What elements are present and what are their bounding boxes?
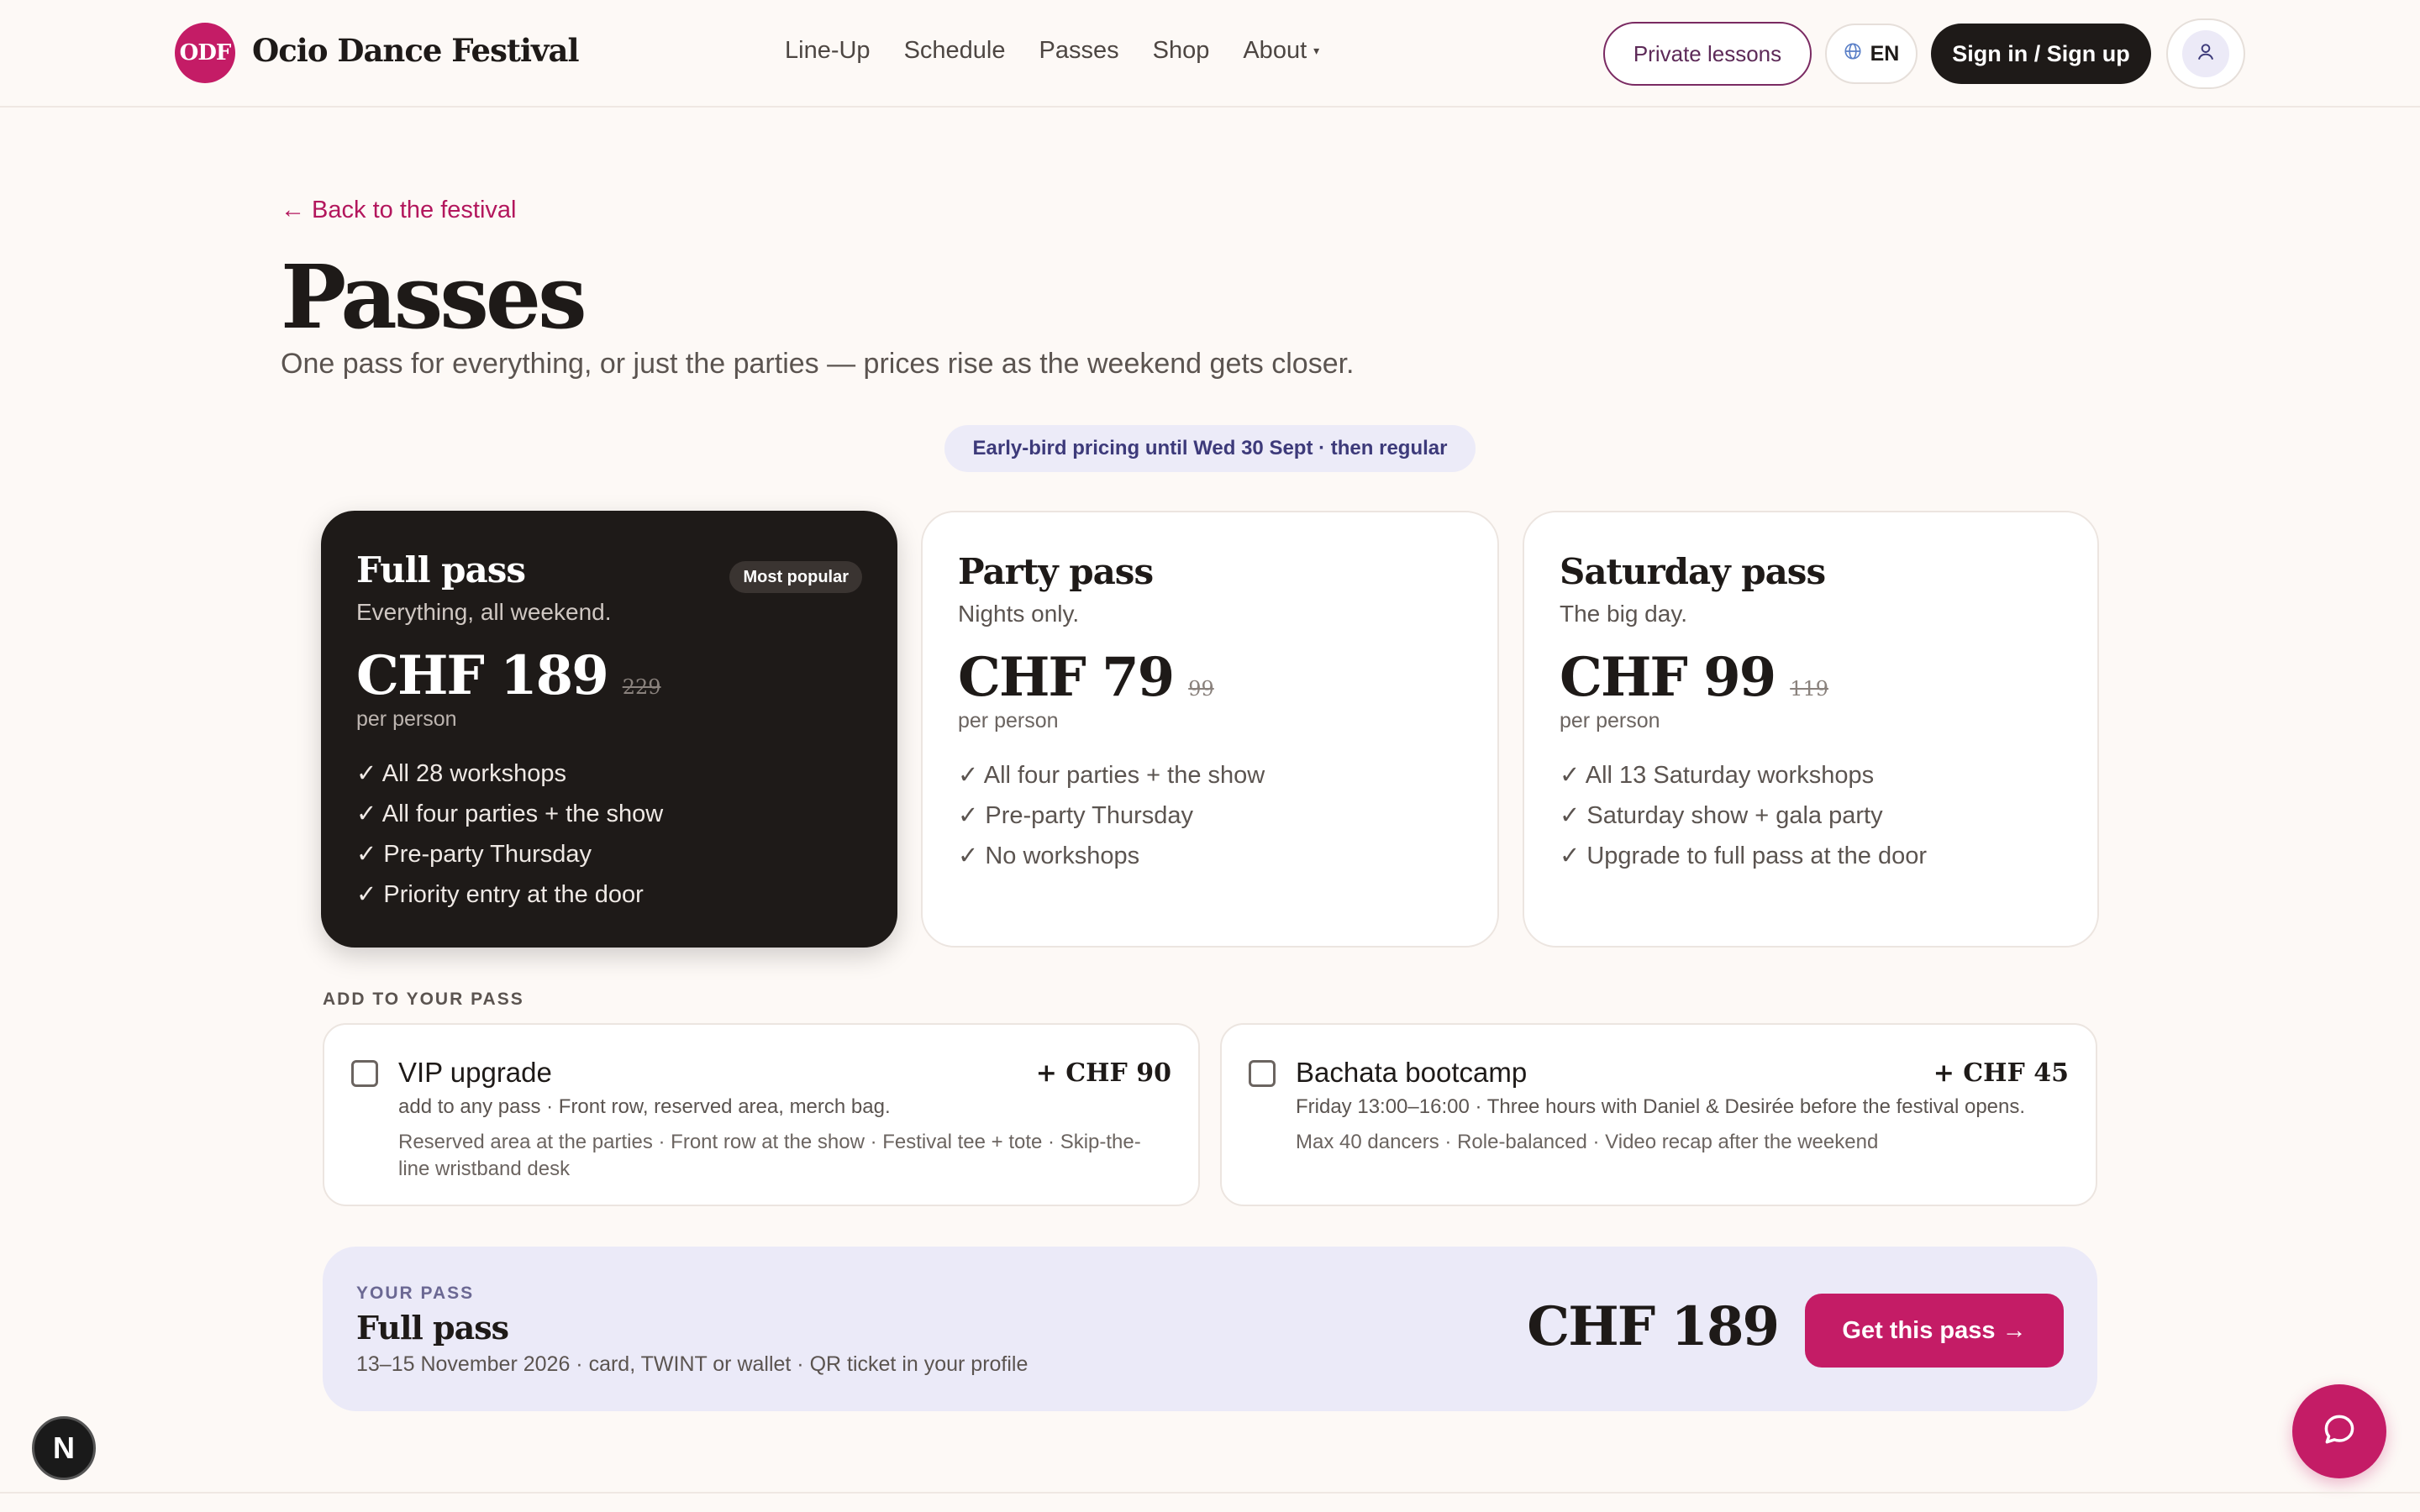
summary-title: Full pass xyxy=(356,1309,509,1347)
sign-in-button[interactable]: Sign in / Sign up xyxy=(1931,24,2151,84)
pass-feature: ✓ Pre-party Thursday xyxy=(958,802,1194,829)
summary-meta: 13–15 November 2026 · card, TWINT or wal… xyxy=(356,1352,1028,1376)
addon-detail: Reserved area at the parties · Front row… xyxy=(398,1131,1141,1180)
addon-price: + CHF 90 xyxy=(1035,1058,1171,1088)
pass-summary: YOUR PASS Full pass 13–15 November 2026 … xyxy=(323,1247,2097,1411)
addon-vip-upgrade[interactable]: VIP upgrade + CHF 90 add to any pass · F… xyxy=(323,1023,1200,1206)
pass-feature: ✓ Saturday show + gala party xyxy=(1560,802,1883,829)
addon-description: Friday 13:00–16:00 · Three hours with Da… xyxy=(1296,1095,2026,1118)
pass-feature: ✓ All four parties + the show xyxy=(356,801,664,827)
nav-lineup[interactable]: Line-Up xyxy=(785,37,871,65)
language-label: EN xyxy=(1870,41,1900,66)
language-switcher[interactable]: EN xyxy=(1825,24,1918,84)
pass-feature: ✓ All 13 Saturday workshops xyxy=(1560,762,1875,789)
pass-features: ✓ All 13 Saturday workshops ✓ Saturday s… xyxy=(1560,755,2062,876)
footer-divider xyxy=(0,1492,2420,1494)
nav-shop[interactable]: Shop xyxy=(1153,37,1210,65)
pass-features: ✓ All four parties + the show ✓ Pre-part… xyxy=(958,755,1462,876)
addon-price: + CHF 45 xyxy=(1933,1058,2069,1088)
summary-label: YOUR PASS xyxy=(356,1284,475,1303)
nav-passes[interactable]: Passes xyxy=(1039,37,1119,65)
addon-name: Bachata bootcamp xyxy=(1296,1057,1528,1088)
pass-per-person: per person xyxy=(958,709,1059,732)
chat-bubble-icon xyxy=(2321,1411,2358,1452)
pass-subtitle: Nights only. xyxy=(958,601,1080,627)
early-bird-pill: Early-bird pricing until Wed 30 Sept · t… xyxy=(944,425,1476,472)
pass-old-price: 229 xyxy=(622,675,661,699)
get-pass-button[interactable]: Get this pass → xyxy=(1805,1294,2064,1368)
addon-bachata-bootcamp[interactable]: Bachata bootcamp + CHF 45 Friday 13:00–1… xyxy=(1220,1023,2097,1206)
pass-feature: ✓ All 28 workshops xyxy=(356,760,566,787)
addon-description: add to any pass · Front row, reserved ar… xyxy=(398,1095,891,1118)
price-row: CHF 79 99 xyxy=(958,646,1462,709)
summary-price: CHF 189 xyxy=(1527,1295,1780,1358)
pass-card-party[interactable]: Party pass Nights only. CHF 79 99 per pe… xyxy=(921,511,1499,948)
pass-feature: ✓ Upgrade to full pass at the door xyxy=(1560,843,1927,869)
pass-feature: ✓ Pre-party Thursday xyxy=(356,841,592,868)
dev-tools-badge[interactable]: N xyxy=(32,1416,96,1480)
nav-about-label: About xyxy=(1243,37,1307,64)
pass-card-saturday[interactable]: Saturday pass The big day. CHF 99 119 pe… xyxy=(1523,511,2099,948)
avatar xyxy=(2182,30,2229,77)
pass-old-price: 99 xyxy=(1188,677,1214,701)
pass-per-person: per person xyxy=(356,707,457,731)
logo-badge[interactable]: ODF xyxy=(175,23,235,83)
addons-heading: ADD TO YOUR PASS xyxy=(323,990,524,1009)
page-title: Passes xyxy=(281,245,587,349)
nav-schedule[interactable]: Schedule xyxy=(904,37,1006,65)
pass-feature: ✓ Priority entry at the door xyxy=(356,881,644,908)
page-subtitle: One pass for everything, or just the par… xyxy=(281,348,1355,380)
user-icon xyxy=(2195,41,2217,67)
pass-subtitle: Everything, all weekend. xyxy=(356,599,612,625)
pass-subtitle: The big day. xyxy=(1560,601,1688,627)
pass-features: ✓ All 28 workshops ✓ All four parties + … xyxy=(356,753,862,915)
chat-button[interactable] xyxy=(2292,1384,2386,1478)
addon-detail: Max 40 dancers · Role-balanced · Video r… xyxy=(1296,1131,1879,1153)
main-nav: Line-Up Schedule Passes Shop About ▾ xyxy=(785,37,1353,65)
pass-title: Party pass xyxy=(958,551,1154,592)
price-row: CHF 99 119 xyxy=(1560,646,2062,709)
caret-down-icon: ▾ xyxy=(1313,44,1320,57)
addon-checkbox[interactable] xyxy=(351,1060,378,1087)
addon-name: VIP upgrade xyxy=(398,1057,552,1088)
pass-old-price: 119 xyxy=(1790,677,1828,701)
pass-price: CHF 79 xyxy=(958,646,1175,709)
pass-price: CHF 189 xyxy=(356,644,609,707)
pass-title: Saturday pass xyxy=(1560,551,1826,592)
nav-about[interactable]: About ▾ xyxy=(1243,37,1319,65)
pass-feature: ✓ No workshops xyxy=(958,843,1140,869)
most-popular-badge: Most popular xyxy=(729,561,862,593)
pass-feature: ✓ All four parties + the show xyxy=(958,762,1265,789)
site-header: ODF Ocio Dance Festival Line-Up Schedule… xyxy=(0,0,2420,108)
pass-per-person: per person xyxy=(1560,709,1660,732)
pass-card-full[interactable]: Full pass Most popular Everything, all w… xyxy=(321,511,897,948)
private-lessons-button[interactable]: Private lessons xyxy=(1603,22,1812,86)
back-to-festival-link[interactable]: ← Back to the festival xyxy=(281,197,516,224)
pass-price: CHF 99 xyxy=(1560,646,1776,709)
price-row: CHF 189 229 xyxy=(356,644,862,707)
user-menu-button[interactable] xyxy=(2166,18,2245,89)
addon-checkbox[interactable] xyxy=(1249,1060,1276,1087)
globe-icon xyxy=(1844,42,1862,66)
brand-name[interactable]: Ocio Dance Festival xyxy=(252,32,580,69)
